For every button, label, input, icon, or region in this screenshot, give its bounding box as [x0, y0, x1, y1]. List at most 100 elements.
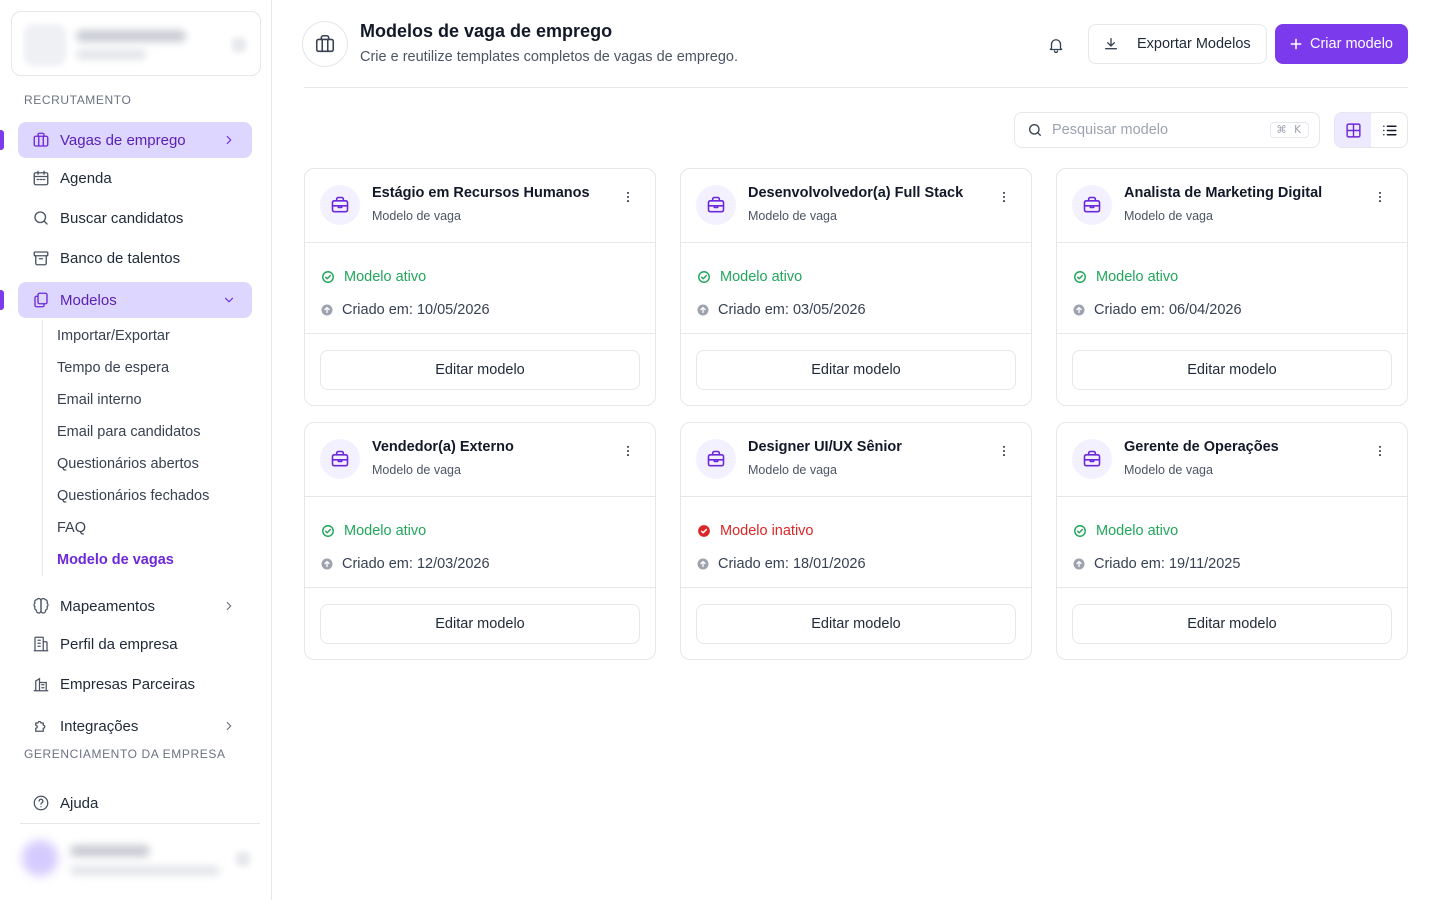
building-icon: [32, 635, 50, 653]
header-divider: [304, 87, 1408, 88]
upload-circle-icon: [697, 304, 709, 316]
check-circle-icon: [321, 524, 335, 538]
help-circle-icon: [32, 794, 50, 812]
more-vertical-icon[interactable]: [621, 444, 635, 458]
submenu-item-tempo[interactable]: Tempo de espera: [57, 358, 169, 378]
card-subtitle: Modelo de vaga: [748, 209, 837, 223]
status-label: Modelo ativo: [720, 269, 803, 285]
created-date-label: Criado em: 12/03/2026: [342, 556, 490, 572]
page-subtitle: Crie e reutilize templates completos de …: [360, 49, 738, 65]
submenu-item-importar[interactable]: Importar/Exportar: [57, 326, 170, 346]
check-circle-icon: [1073, 524, 1087, 538]
created-date: Criado em: 12/03/2026: [321, 556, 490, 572]
created-date-label: Criado em: 06/04/2026: [1094, 302, 1242, 318]
user-menu-chevron-icon[interactable]: [236, 852, 250, 866]
created-date-label: Criado em: 03/05/2026: [718, 302, 866, 318]
export-button[interactable]: Exportar Modelos: [1088, 24, 1267, 64]
page-title: Modelos de vaga de emprego: [360, 21, 613, 41]
sidebar-item-label: Perfil da empresa: [60, 635, 178, 653]
upload-circle-icon: [1073, 558, 1085, 570]
puzzle-icon: [32, 717, 50, 735]
chevron-right-icon: [222, 719, 236, 733]
submenu-item-questionarios-abertos[interactable]: Questionários abertos: [57, 454, 199, 474]
download-icon: [1103, 36, 1119, 52]
sidebar-item-label: Banco de talentos: [60, 249, 181, 267]
submenu-item-questionarios-fechados[interactable]: Questionários fechados: [57, 486, 209, 506]
chevron-right-icon: [222, 599, 236, 613]
sidebar-item-label: Ajuda: [60, 794, 99, 812]
plus-icon: [1289, 37, 1303, 51]
copy-icon: [32, 291, 50, 309]
sidebar-item-label: Agenda: [60, 169, 112, 187]
edit-model-button[interactable]: Editar modelo: [320, 350, 640, 390]
card-divider: [305, 496, 655, 497]
briefcase-icon: [696, 439, 736, 479]
sidebar-item-parceiras[interactable]: Empresas Parceiras: [18, 666, 252, 702]
card-divider: [1057, 242, 1407, 243]
more-vertical-icon[interactable]: [621, 190, 635, 204]
buildings-icon: [32, 675, 50, 693]
bell-icon[interactable]: [1044, 33, 1068, 57]
more-vertical-icon[interactable]: [997, 444, 1011, 458]
edit-model-button[interactable]: Editar modelo: [696, 604, 1016, 644]
sidebar-item-banco[interactable]: Banco de talentos: [18, 240, 252, 276]
sidebar-item-perfil[interactable]: Perfil da empresa: [18, 626, 252, 662]
search-input[interactable]: Pesquisar modelo ⌘ K: [1014, 112, 1320, 148]
calendar-icon: [32, 169, 50, 187]
card-divider: [681, 242, 1031, 243]
section-label-company: GERENCIAMENTO DA EMPRESA: [24, 747, 226, 761]
card-divider: [681, 587, 1031, 588]
workspace-avatar: [24, 24, 66, 66]
edit-model-button[interactable]: Editar modelo: [696, 350, 1016, 390]
card-divider: [1057, 587, 1407, 588]
submenu-item-email-interno[interactable]: Email interno: [57, 390, 142, 410]
grid-view-button[interactable]: [1335, 113, 1371, 147]
sidebar-item-agenda[interactable]: Agenda: [18, 160, 252, 196]
card-title: Gerente de Operações: [1124, 439, 1279, 455]
more-vertical-icon[interactable]: [1373, 444, 1387, 458]
sidebar-item-ajuda[interactable]: Ajuda: [18, 785, 252, 821]
created-date: Criado em: 03/05/2026: [697, 302, 866, 318]
more-vertical-icon[interactable]: [997, 190, 1011, 204]
workspace-switcher[interactable]: [11, 11, 261, 76]
brain-icon: [32, 597, 50, 615]
page-icon: [302, 21, 348, 67]
create-model-button[interactable]: Criar modelo: [1275, 24, 1408, 64]
edit-model-button[interactable]: Editar modelo: [320, 604, 640, 644]
check-circle-icon: [321, 270, 335, 284]
search-placeholder: Pesquisar modelo: [1052, 122, 1169, 138]
user-avatar[interactable]: [22, 840, 58, 876]
status-badge: Modelo ativo: [1073, 269, 1178, 285]
submenu-item-email-candidatos[interactable]: Email para candidatos: [57, 422, 200, 442]
list-view-button[interactable]: [1371, 113, 1407, 147]
search-icon: [32, 209, 50, 227]
created-date: Criado em: 10/05/2026: [321, 302, 490, 318]
edit-model-button[interactable]: Editar modelo: [1072, 604, 1392, 644]
submenu-item-modelo-vagas[interactable]: Modelo de vagas: [57, 550, 174, 570]
card-title: Analista de Marketing Digital: [1124, 185, 1323, 201]
sidebar-item-label: Empresas Parceiras: [60, 675, 196, 693]
status-label: Modelo inativo: [720, 523, 814, 539]
more-vertical-icon[interactable]: [1373, 190, 1387, 204]
submenu-item-faq[interactable]: FAQ: [57, 518, 86, 538]
sidebar-item-vagas[interactable]: Vagas de emprego: [18, 122, 252, 158]
briefcase-icon: [1072, 185, 1112, 225]
template-card: Designer UI/UX Sênior Modelo de vaga Model…: [680, 422, 1032, 660]
status-label: Modelo ativo: [344, 523, 427, 539]
card-divider: [681, 333, 1031, 334]
created-date: Criado em: 18/01/2026: [697, 556, 866, 572]
card-subtitle: Modelo de vaga: [748, 463, 837, 477]
card-title: Desenvolvolvedor(a) Full Stack: [748, 185, 964, 201]
sidebar-item-integracoes[interactable]: Integrações: [18, 708, 252, 744]
card-divider: [305, 587, 655, 588]
sidebar-item-mapeamentos[interactable]: Mapeamentos: [18, 588, 252, 624]
chevron-right-icon: [222, 133, 236, 147]
modelos-submenu: Importar/Exportar Tempo de espera Email …: [42, 320, 252, 576]
edit-model-button[interactable]: Editar modelo: [1072, 350, 1392, 390]
sidebar-item-buscar[interactable]: Buscar candidatos: [18, 200, 252, 236]
active-marker: [0, 290, 4, 310]
created-date: Criado em: 19/11/2025: [1073, 556, 1240, 572]
sidebar-item-modelos[interactable]: Modelos: [18, 282, 252, 318]
user-email-redacted: [70, 866, 220, 875]
template-card: Desenvolvolvedor(a) Full Stack Modelo de …: [680, 168, 1032, 406]
